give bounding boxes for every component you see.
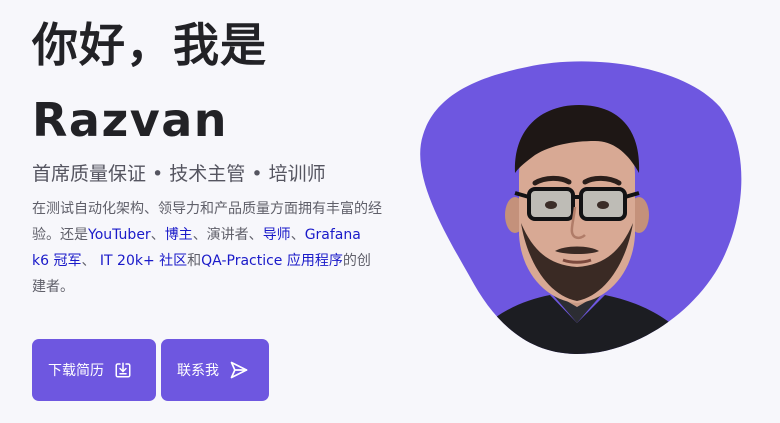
hero-title-greeting: 你好，我是 [32, 18, 267, 72]
hero-section: 你好，我是 Razvan 首席质量保证 • 技术主管 • 培训师 在测试自动化架… [0, 0, 780, 423]
bio-text: 和 [187, 253, 202, 269]
blogger-link[interactable]: 博主 [165, 227, 193, 243]
contact-me-button[interactable]: 联系我 [161, 339, 269, 401]
download-icon [114, 361, 132, 379]
hero-actions: 下载简历 联系我 [32, 339, 269, 401]
it-community-link[interactable]: IT 20k+ 社区 [100, 253, 187, 269]
profile-blob [415, 55, 745, 360]
bio-text: 、演讲者、 [192, 227, 263, 243]
hero-title-name: Razvan [32, 93, 229, 147]
hero-subtitle: 首席质量保证 • 技术主管 • 培训师 [32, 163, 326, 185]
youtuber-link[interactable]: YouTuber [88, 227, 151, 243]
qa-practice-link[interactable]: QA-Practice 应用程序 [201, 253, 343, 269]
hero-text: 你好，我是 Razvan 首席质量保证 • 技术主管 • 培训师 在测试自动化架… [32, 18, 382, 401]
bio-separator: 、 [290, 227, 305, 243]
mentor-link[interactable]: 导师 [263, 227, 291, 243]
profile-image [420, 61, 742, 355]
contact-me-label: 联系我 [177, 363, 219, 379]
download-cv-label: 下载简历 [48, 363, 104, 379]
hero-bio: 在测试自动化架构、领导力和产品质量方面拥有丰富的经验。还是YouTuber、博主… [32, 196, 382, 300]
download-cv-button[interactable]: 下载简历 [32, 339, 156, 401]
bio-separator: 、 [81, 253, 100, 269]
bio-separator: 、 [150, 227, 165, 243]
send-icon [229, 360, 249, 380]
